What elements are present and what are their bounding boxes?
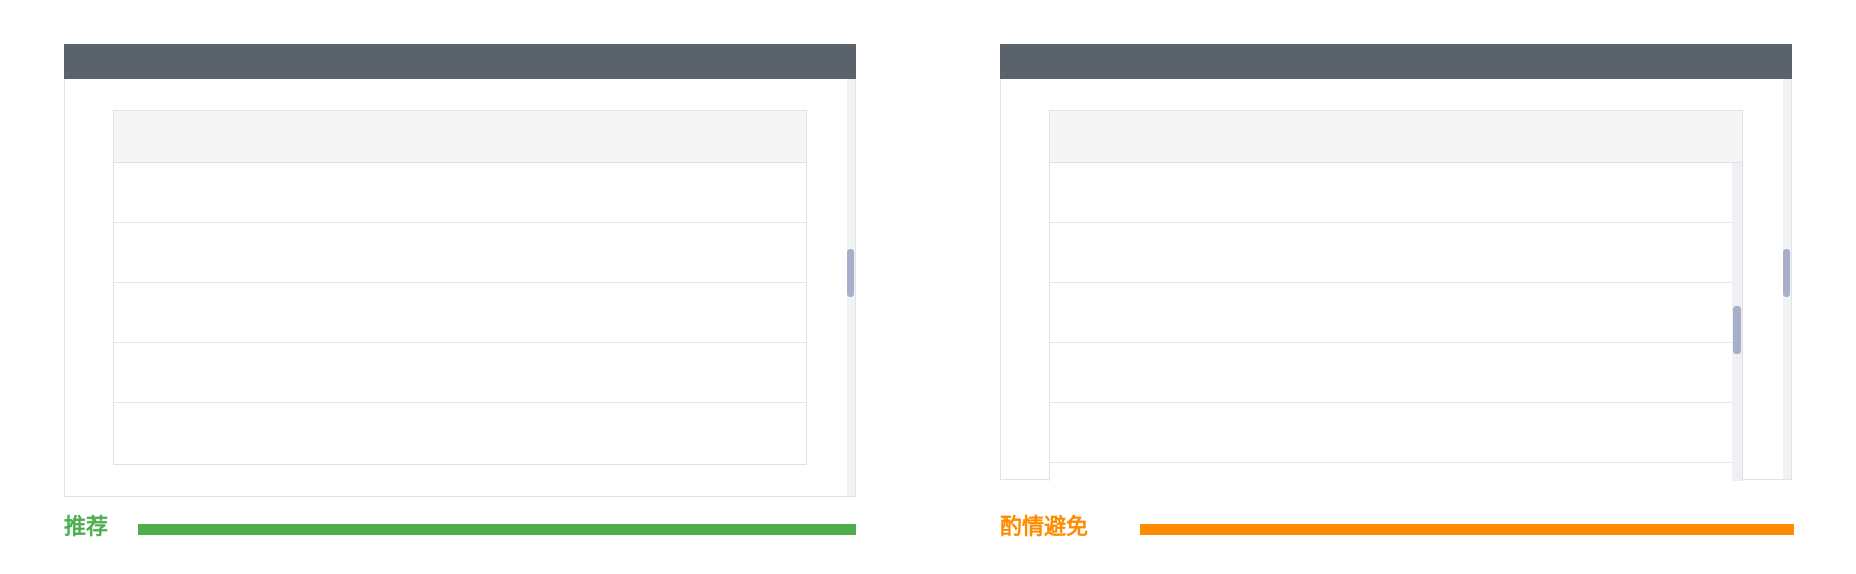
dialog-scrollbar[interactable] [1783, 79, 1791, 479]
table-row[interactable] [1050, 223, 1742, 283]
avoid-bar [1140, 524, 1794, 535]
table-scrollbar-thumb[interactable] [1733, 306, 1741, 354]
recommended-label: 推荐 [64, 515, 109, 540]
table-row[interactable] [1050, 403, 1742, 463]
table-row[interactable] [1050, 283, 1742, 343]
example-dialog-nested-scroll [1000, 44, 1792, 498]
table-header [114, 111, 806, 163]
table-row[interactable] [114, 163, 806, 223]
avoid-label: 酌情避免 [1000, 515, 1089, 540]
dialog-body [64, 79, 856, 497]
data-table [1049, 110, 1743, 481]
table-row[interactable] [114, 223, 806, 283]
table-row[interactable] [1050, 343, 1742, 403]
data-table [113, 110, 807, 465]
table-row[interactable] [1050, 463, 1742, 481]
example-dialog-single-scroll [64, 44, 856, 498]
table-row[interactable] [114, 343, 806, 403]
table-row[interactable] [114, 283, 806, 343]
table-scrollbar[interactable] [1732, 163, 1742, 481]
dialog-scrollbar-thumb[interactable] [1783, 249, 1790, 297]
dialog-scrollbar[interactable] [847, 79, 855, 496]
table-header [1050, 111, 1742, 163]
dialog-scrollbar-thumb[interactable] [847, 249, 854, 297]
dialog-body [1000, 79, 1792, 481]
dialog-header [64, 44, 856, 79]
table-row[interactable] [114, 403, 806, 462]
table-row[interactable] [1050, 163, 1742, 223]
dialog-header [1000, 44, 1792, 79]
recommended-bar [138, 524, 856, 535]
